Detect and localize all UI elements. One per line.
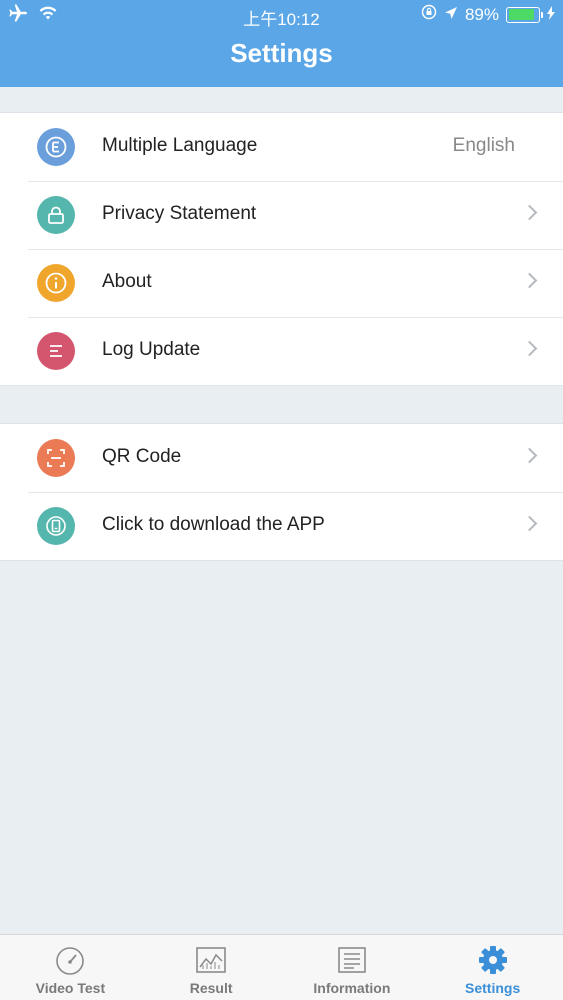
tab-result[interactable]: Result: [141, 935, 282, 1000]
tab-settings-label: Settings: [465, 980, 521, 996]
tab-video-test-label: Video Test: [35, 980, 106, 996]
status-bar: 上午10:12 89%: [0, 0, 563, 30]
battery-percentage: 89%: [464, 4, 499, 24]
download-app-label: Click to download the APP: [102, 514, 325, 535]
lock-icon: [37, 196, 75, 234]
tab-video-test[interactable]: Video Test: [0, 935, 141, 1000]
chart-icon: [194, 945, 228, 975]
page-title: Settings: [230, 38, 333, 68]
battery-icon: [506, 6, 543, 23]
log-update-label: Log Update: [102, 339, 201, 360]
chevron-right-icon: [521, 204, 538, 221]
tab-settings[interactable]: Settings: [422, 935, 563, 1000]
current-language-value: English: [452, 135, 515, 156]
about-label: About: [102, 271, 152, 292]
speedometer-icon: [53, 945, 87, 975]
about-row[interactable]: About: [0, 249, 563, 317]
header: 上午10:12 89% Settings: [0, 0, 563, 87]
info-icon: [37, 264, 75, 302]
privacy-statement-row[interactable]: Privacy Statement: [0, 181, 563, 249]
location-icon: [444, 5, 458, 25]
phone-icon: [37, 507, 75, 545]
qr-code-row[interactable]: QR Code: [0, 424, 563, 492]
multiple-language-label: Multiple Language: [102, 135, 258, 156]
multiple-language-row[interactable]: Multiple Language English: [0, 113, 563, 181]
download-app-row[interactable]: Click to download the APP: [0, 492, 563, 560]
charging-icon: [547, 5, 555, 25]
settings-group-general: Multiple Language English Privacy Statem…: [0, 112, 563, 386]
orientation-lock-icon: [421, 4, 437, 25]
language-icon: [37, 128, 75, 166]
qr-scan-icon: [37, 439, 75, 477]
chevron-right-icon: [521, 447, 538, 464]
tab-bar: Video Test Result Information Settings: [0, 934, 563, 1000]
chevron-right-icon: [521, 515, 538, 532]
gear-icon: [476, 945, 510, 975]
chevron-right-icon: [521, 272, 538, 289]
qr-code-label: QR Code: [102, 446, 182, 467]
privacy-statement-label: Privacy Statement: [102, 203, 257, 224]
chevron-right-icon: [521, 340, 538, 357]
settings-group-app: QR Code Click to download the APP: [0, 423, 563, 561]
tab-result-label: Result: [189, 980, 233, 996]
log-update-row[interactable]: Log Update: [0, 317, 563, 385]
document-icon: [335, 945, 369, 975]
list-icon: [37, 332, 75, 370]
tab-information-label: Information: [313, 980, 391, 996]
tab-information[interactable]: Information: [282, 935, 423, 1000]
